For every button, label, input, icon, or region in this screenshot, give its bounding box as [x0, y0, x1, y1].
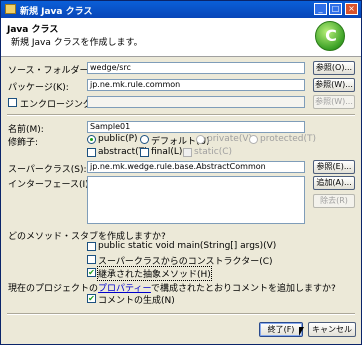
maximize-icon[interactable]: □ — [329, 3, 342, 15]
generate-comments-checkbox[interactable]: ✔ — [87, 294, 96, 303]
modifier-abstract-checkbox[interactable] — [87, 148, 96, 157]
logo-letter: C — [325, 26, 337, 45]
footer-separator — [7, 313, 355, 315]
enclosing-type-input[interactable] — [87, 96, 305, 108]
window-title: 新規 Java クラス — [20, 7, 93, 17]
comments-question-suffix: で構成されたとおりコメントを追加しますか? — [150, 284, 336, 294]
generate-comments-label: コメントの生成(N) — [98, 296, 175, 306]
class-name-input[interactable]: Sample01 — [87, 121, 305, 133]
modifier-protected-radio[interactable] — [249, 135, 258, 144]
stub-main-label: public static void main(String[] args)(V… — [98, 241, 277, 251]
comments-question-prefix: 現在のプロジェクトの — [8, 284, 99, 294]
new-java-class-dialog: 新規 Java クラス _ □ × Java クラス 新規 Java クラスを作… — [0, 0, 362, 345]
source-folder-browse-button[interactable]: 参照(O)... — [313, 61, 355, 75]
interfaces-list[interactable] — [87, 176, 305, 224]
new-class-logo-icon: C — [315, 21, 345, 51]
stub-constructors-checkbox[interactable] — [87, 255, 96, 264]
wizard-banner: Java クラス 新規 Java クラスを作成します。 C — [1, 18, 361, 57]
superclass-input[interactable]: jp.ne.mk.wedge.rule.base.AbstractCommon — [87, 161, 305, 173]
close-icon[interactable]: × — [345, 3, 358, 15]
cancel-button[interactable]: キャンセル — [308, 322, 356, 337]
modifier-static-checkbox[interactable] — [183, 148, 192, 157]
modifier-default-radio[interactable] — [140, 135, 149, 144]
interfaces-label: インターフェース(I): — [8, 180, 92, 190]
modifier-final-checkbox[interactable] — [140, 148, 149, 157]
modifiers-label: 修飾子: — [8, 138, 39, 148]
modifier-private-label: private(V) — [207, 134, 252, 144]
stub-constructors-label: スーパークラスからのコンストラクター(C) — [98, 257, 273, 267]
finish-button[interactable]: 終了(F) — [259, 322, 303, 337]
package-label: パッケージ(K): — [8, 83, 69, 93]
modifier-static-label: static(C) — [194, 147, 233, 157]
superclass-label: スーパークラス(S): — [8, 165, 87, 175]
stub-abstract-methods-checkbox[interactable]: ✔ — [87, 268, 96, 277]
modifier-private-radio[interactable] — [196, 135, 205, 144]
banner-title: Java クラス — [7, 25, 59, 35]
package-input[interactable]: jp.ne.mk.rule.common — [87, 79, 305, 91]
stub-abstract-methods-label: 継承された抽象メソッド(H) — [97, 266, 212, 281]
name-label: 名前(M): — [8, 125, 44, 135]
title-bar: 新規 Java クラス _ □ × — [1, 1, 361, 18]
stub-main-checkbox[interactable] — [87, 242, 96, 251]
modifier-final-label: final(L) — [151, 147, 183, 157]
interfaces-add-button[interactable]: 追加(A)... — [313, 176, 355, 190]
package-browse-button[interactable]: 参照(W)... — [313, 78, 355, 92]
enclosing-type-browse-button[interactable]: 参照(W)... — [313, 95, 355, 109]
superclass-browse-button[interactable]: 参照(E)... — [313, 160, 355, 174]
interfaces-remove-button[interactable]: 除去(R) — [313, 194, 355, 208]
modifier-protected-label: protected(T) — [260, 134, 317, 144]
window-icon — [5, 4, 16, 14]
modifier-public-radio[interactable] — [87, 135, 96, 144]
banner-description: 新規 Java クラスを作成します。 — [11, 38, 143, 48]
minimize-icon[interactable]: _ — [314, 3, 327, 15]
source-folder-input[interactable]: wedge/src — [87, 62, 305, 74]
separator — [7, 114, 355, 116]
modifier-public-label: public(P) — [98, 134, 138, 144]
enclosing-type-checkbox[interactable] — [8, 98, 17, 107]
mouse-cursor-icon — [299, 327, 304, 336]
